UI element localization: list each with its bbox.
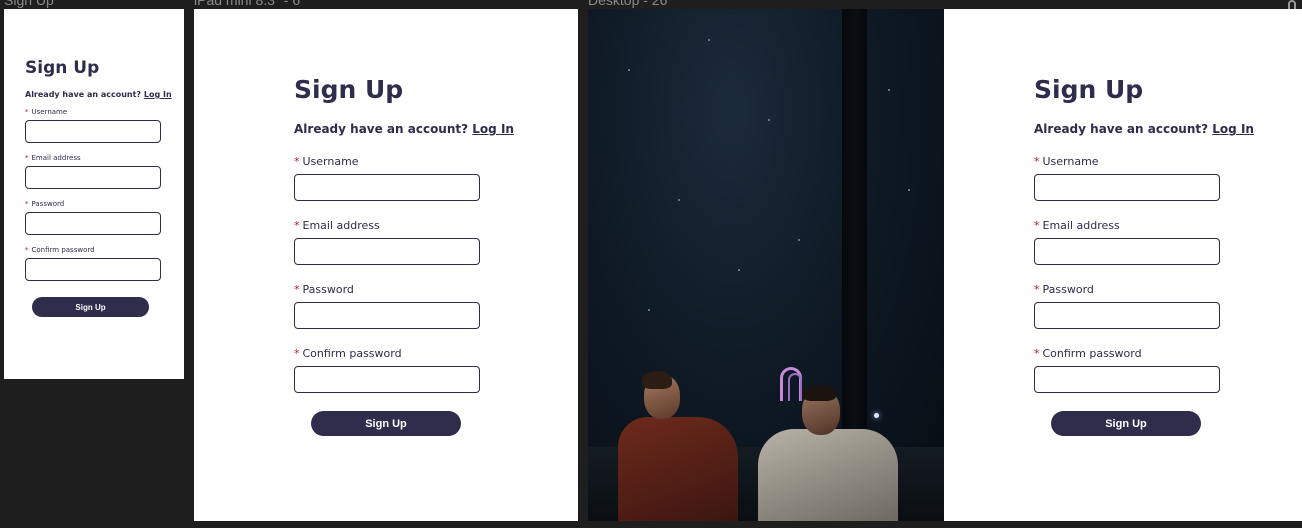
star — [738, 269, 740, 271]
password-label: * Password — [1034, 283, 1094, 296]
username-input[interactable] — [294, 174, 480, 201]
username-input[interactable] — [1034, 174, 1220, 201]
login-link[interactable]: Log In — [144, 90, 172, 99]
signup-button[interactable]: Sign Up — [32, 297, 149, 317]
signup-form: Sign Up Already have an account? Log In … — [1034, 75, 1254, 436]
login-prompt-text: Already have an account? — [1034, 122, 1209, 136]
frame-label-mobile[interactable]: Sign Up — [4, 0, 54, 8]
password-label: * Password — [25, 200, 65, 208]
person-left — [618, 417, 738, 521]
required-marker: * — [25, 246, 29, 254]
required-marker: * — [294, 219, 300, 232]
star — [888, 89, 890, 91]
username-input[interactable] — [25, 120, 161, 143]
person-right-hair — [802, 385, 836, 401]
email-label: * Email address — [1034, 219, 1120, 232]
form-title: Sign Up — [1034, 75, 1144, 104]
desktop-frame: Sign Up Already have an account? Log In … — [588, 9, 1302, 521]
password-input[interactable] — [25, 212, 161, 235]
required-marker: * — [1034, 155, 1040, 168]
login-link[interactable]: Log In — [472, 122, 514, 136]
confirm-password-label: * Confirm password — [1034, 347, 1142, 360]
login-prompt: Already have an account? Log In — [1034, 122, 1254, 136]
password-input[interactable] — [294, 302, 480, 329]
signup-form: Sign Up Already have an account? Log In … — [294, 75, 514, 436]
star — [768, 119, 770, 121]
required-marker: * — [294, 347, 300, 360]
frame-label-ipad[interactable]: iPad mini 8.3" - 6 — [194, 0, 300, 8]
confirm-password-label: * Confirm password — [25, 246, 95, 254]
email-input[interactable] — [294, 238, 480, 265]
street-lamp — [874, 413, 879, 418]
confirm-password-label: * Confirm password — [294, 347, 402, 360]
form-title: Sign Up — [25, 58, 100, 78]
required-marker: * — [25, 200, 29, 208]
signup-form: Sign Up Already have an account? Log In … — [25, 58, 172, 317]
star — [798, 239, 800, 241]
person-left-hair — [642, 371, 672, 389]
login-prompt: Already have an account? Log In — [294, 122, 514, 136]
username-label: * Username — [25, 108, 68, 116]
required-marker: * — [1034, 283, 1040, 296]
login-prompt: Already have an account? Log In — [25, 90, 172, 99]
email-input[interactable] — [25, 166, 161, 189]
password-label: * Password — [294, 283, 354, 296]
confirm-password-input[interactable] — [25, 258, 161, 281]
required-marker: * — [1034, 347, 1040, 360]
email-label: * Email address — [25, 154, 81, 162]
signup-button[interactable]: Sign Up — [311, 411, 461, 436]
email-input[interactable] — [1034, 238, 1220, 265]
required-marker: * — [1034, 219, 1040, 232]
frame-label-desktop[interactable]: Desktop - 26 — [588, 0, 667, 8]
star — [708, 39, 710, 41]
hero-photo — [588, 9, 944, 521]
neon-sign — [788, 373, 802, 401]
username-label: * Username — [1034, 155, 1099, 168]
mobile-frame: Sign Up Already have an account? Log In … — [4, 9, 184, 379]
required-marker: * — [25, 154, 29, 162]
password-input[interactable] — [1034, 302, 1220, 329]
star — [908, 189, 910, 191]
login-prompt-text: Already have an account? — [25, 90, 142, 99]
star — [678, 199, 680, 201]
star — [648, 309, 650, 311]
login-prompt-text: Already have an account? — [294, 122, 469, 136]
required-marker: * — [25, 108, 29, 116]
ipad-frame: Sign Up Already have an account? Log In … — [194, 9, 578, 521]
signup-button[interactable]: Sign Up — [1051, 411, 1201, 436]
person-right — [758, 429, 898, 521]
form-title: Sign Up — [294, 75, 404, 104]
username-label: * Username — [294, 155, 359, 168]
email-label: * Email address — [294, 219, 380, 232]
required-marker: * — [294, 283, 300, 296]
confirm-password-input[interactable] — [1034, 366, 1220, 393]
star — [628, 69, 630, 71]
confirm-password-input[interactable] — [294, 366, 480, 393]
login-link[interactable]: Log In — [1212, 122, 1254, 136]
required-marker: * — [294, 155, 300, 168]
